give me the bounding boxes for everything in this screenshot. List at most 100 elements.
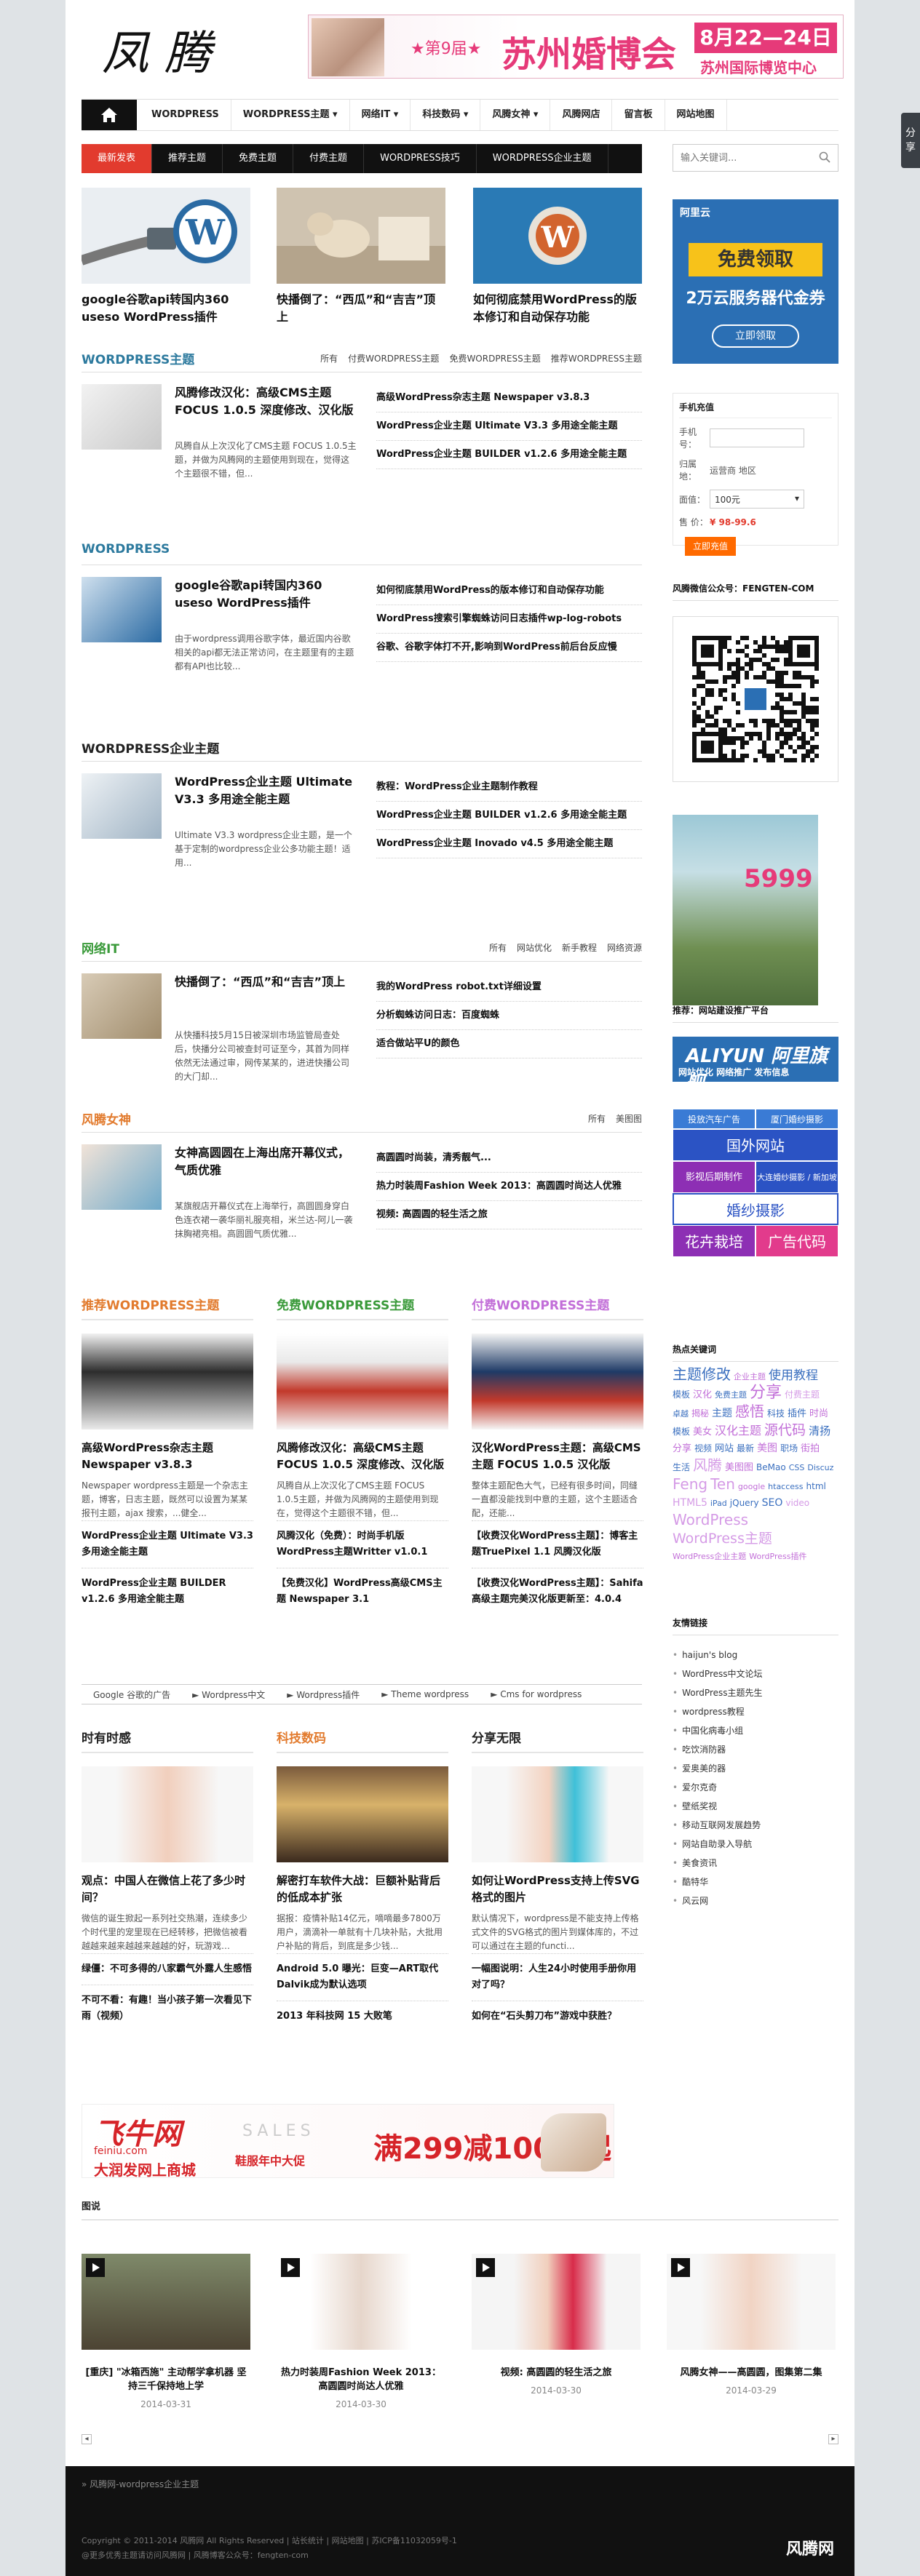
list-item[interactable]: 适合做站平U的颜色: [376, 1030, 642, 1058]
tag-link[interactable]: HTML5: [673, 1495, 707, 1511]
tag-link[interactable]: 时尚: [809, 1406, 828, 1422]
ad-grid-cell[interactable]: 投放汽车广告: [673, 1109, 756, 1129]
tag-link[interactable]: 清扬: [809, 1423, 830, 1439]
section-tab[interactable]: 付费WORDPRESS主题: [348, 352, 439, 364]
gallery-item[interactable]: 风腾女神——高圆圆，图集第二集 2014-03-29: [667, 2254, 836, 2396]
tag-link[interactable]: WordPress: [673, 1512, 748, 1528]
info-lead-title[interactable]: 观点：中国人在微信上花了多少时间？: [82, 1873, 253, 1906]
list-item[interactable]: 热力时装周Fashion Week 2013：高圆圆时尚达人优雅: [376, 1173, 642, 1201]
tag-link[interactable]: Feng: [673, 1476, 707, 1492]
section-thumb[interactable]: [82, 577, 162, 642]
tag-link[interactable]: WordPress插件: [749, 1549, 806, 1565]
site-logo[interactable]: 凤腾: [102, 16, 227, 83]
theme-column-head[interactable]: 付费WORDPRESS主题: [472, 1295, 643, 1320]
section-thumb[interactable]: [82, 1144, 162, 1210]
tag-link[interactable]: 美女: [693, 1424, 712, 1440]
section-title[interactable]: 风腾女神: [82, 1109, 131, 1128]
list-item[interactable]: 一幅图说明：人生24小时使用手册你用对了吗？: [472, 1953, 643, 2001]
list-item[interactable]: 如何彻底禁用WordPress的版本修订和自动保存功能: [376, 577, 642, 605]
tag-link[interactable]: 模板: [673, 1424, 690, 1440]
nav-item[interactable]: 风腾女神 ▾: [480, 100, 551, 130]
info-column-head[interactable]: 科技数码: [277, 1728, 448, 1753]
subnav-tab[interactable]: 推荐主题: [152, 144, 223, 173]
tag-link[interactable]: 美图: [757, 1440, 777, 1456]
tag-link[interactable]: 科技: [767, 1405, 785, 1421]
tag-link[interactable]: Discuz: [807, 1460, 833, 1476]
tag-link[interactable]: google: [738, 1479, 765, 1495]
list-item[interactable]: 【收费汉化WordPress主题】：Sahifa 高级主题完美汉化版更新至：4.…: [472, 1568, 643, 1615]
feature-title[interactable]: google谷歌api转国内360 useso WordPress插件: [82, 291, 250, 326]
tag-link[interactable]: SEO: [762, 1495, 783, 1511]
gallery-title[interactable]: 视频: 高圆圆的轻生活之旅: [472, 2364, 641, 2378]
ad-grid-cell[interactable]: 国外网站: [673, 1129, 838, 1161]
section-lead-title[interactable]: WordPress企业主题 Ultimate V3.3 多用途全能主题: [175, 773, 357, 808]
list-item[interactable]: 绿僵：不可多得的八家霸气外露人生感悟: [82, 1953, 253, 1985]
footer-breadcrumb[interactable]: » 风腾网-wordpress企业主题: [82, 2478, 199, 2490]
list-item[interactable]: WordPress搜索引擎蜘蛛访问日志插件wp-log-robots: [376, 605, 642, 634]
list-item[interactable]: 2013 年科技网 15 大败笔: [277, 2001, 448, 2032]
gallery-item[interactable]: 视频: 高圆圆的轻生活之旅 2014-03-30: [472, 2254, 641, 2396]
linkbar-link[interactable]: ► Wordpress插件: [287, 1688, 360, 1701]
linkbar-link[interactable]: Google 谷歌的广告: [93, 1688, 170, 1701]
nav-item[interactable]: WORDPRESS: [140, 100, 231, 130]
ad-grid-cell[interactable]: 广告代码: [756, 1225, 838, 1257]
ad-grid-cell[interactable]: 婚纱摄影: [673, 1193, 838, 1225]
header-ad-banner[interactable]: ★第9届★ 苏州婚博会 8月22—24日 苏州国际博览中心: [308, 15, 844, 79]
tag-link[interactable]: 生活: [673, 1459, 690, 1475]
section-tab[interactable]: 网站优化: [517, 941, 552, 954]
share-tab[interactable]: 分享: [901, 113, 920, 168]
tag-link[interactable]: 风腾: [693, 1457, 722, 1473]
tag-link[interactable]: 最新: [737, 1440, 754, 1456]
friend-link[interactable]: WordPress主题先生: [673, 1683, 838, 1702]
gallery-item[interactable]: 热力时装周Fashion Week 2013：高圆圆时尚达人优雅 2014-03-…: [277, 2254, 445, 2409]
section-tab[interactable]: 所有: [489, 941, 507, 954]
aliyun2-ad[interactable]: ALIYUN 阿里旗舰 网站优化 网络推广 发布信息: [673, 1037, 838, 1094]
ad-grid-cell[interactable]: 大连婚纱摄影 / 新加坡试镜: [756, 1161, 838, 1214]
section-title[interactable]: WORDPRESS主题: [82, 349, 194, 367]
section-tab[interactable]: 网络资源: [607, 941, 642, 954]
nav-item[interactable]: 留言板: [612, 100, 665, 130]
list-item[interactable]: 【免费汉化】WordPress高级CMS主题 Newspaper 3.1: [277, 1568, 448, 1615]
friend-link[interactable]: 壁纸奖视: [673, 1797, 838, 1816]
list-item[interactable]: 不可不看：有趣！当小孩子第一次看见下雨（视频）: [82, 1985, 253, 2032]
friend-link[interactable]: 爱尔克奇: [673, 1778, 838, 1797]
tag-link[interactable]: 视频: [694, 1440, 712, 1456]
linkbar-link[interactable]: ► Wordpress中文: [192, 1688, 265, 1701]
section-tab[interactable]: 免费WORDPRESS主题: [449, 352, 540, 364]
ad-grid-cell[interactable]: 影视后期制作: [673, 1161, 756, 1193]
tag-link[interactable]: video: [785, 1495, 809, 1511]
pay-button[interactable]: 立即充值: [685, 537, 736, 556]
theme-thumb[interactable]: [82, 1333, 253, 1429]
tag-link[interactable]: BeMao: [756, 1459, 786, 1475]
tag-link[interactable]: 主题: [712, 1405, 732, 1421]
ad-grid-cell[interactable]: 花卉栽培: [673, 1225, 756, 1257]
friend-link[interactable]: haijun's blog: [673, 1646, 838, 1664]
list-item[interactable]: 视频: 高圆圆的轻生活之旅: [376, 1201, 642, 1229]
list-item[interactable]: WordPress企业主题 BUILDER v1.2.6 多用途全能主题: [376, 802, 642, 830]
tag-link[interactable]: 美图图: [725, 1460, 753, 1476]
gallery-title[interactable]: 风腾女神——高圆圆，图集第二集: [667, 2364, 836, 2378]
tag-link[interactable]: 免费主题: [715, 1387, 747, 1403]
list-item[interactable]: Android 5.0 曝光：巨变—ART取代Dalvik成为默认选项: [277, 1953, 448, 2001]
section-title[interactable]: WORDPRESS: [82, 542, 170, 557]
nav-item[interactable]: WORDPRESS主题 ▾: [231, 100, 350, 130]
section-thumb[interactable]: [82, 973, 162, 1039]
play-icon[interactable]: [476, 2258, 495, 2277]
tag-link[interactable]: jQuery: [730, 1495, 759, 1511]
phone-input[interactable]: [710, 428, 804, 447]
gallery-prev-button[interactable]: ◂: [82, 2434, 92, 2444]
info-column-head[interactable]: 分享无限: [472, 1728, 643, 1753]
info-lead-title[interactable]: 解密打车软件大战：巨额补贴背后的低成本扩张: [277, 1873, 448, 1906]
play-icon[interactable]: [86, 2258, 105, 2277]
tag-link[interactable]: 街拍: [801, 1441, 820, 1457]
nav-item[interactable]: 网站地图: [665, 100, 727, 130]
friend-link[interactable]: 吃饮消防器: [673, 1740, 838, 1759]
gallery-item[interactable]: [重庆] "冰箱西施" 主动帮学拿机器 坚持三千保持地上学 2014-03-31: [82, 2254, 250, 2409]
tag-link[interactable]: 卓越: [673, 1406, 689, 1422]
amount-select[interactable]: 100元 ▾: [710, 490, 804, 509]
feature-card[interactable]: 快播倒了：“西瓜”和“吉吉”顶上: [277, 188, 445, 326]
tag-link[interactable]: WordPress主题: [673, 1531, 772, 1547]
friend-link[interactable]: 酷特华: [673, 1873, 838, 1891]
info-column-head[interactable]: 时有时感: [82, 1728, 253, 1753]
info-thumb[interactable]: [472, 1766, 643, 1862]
